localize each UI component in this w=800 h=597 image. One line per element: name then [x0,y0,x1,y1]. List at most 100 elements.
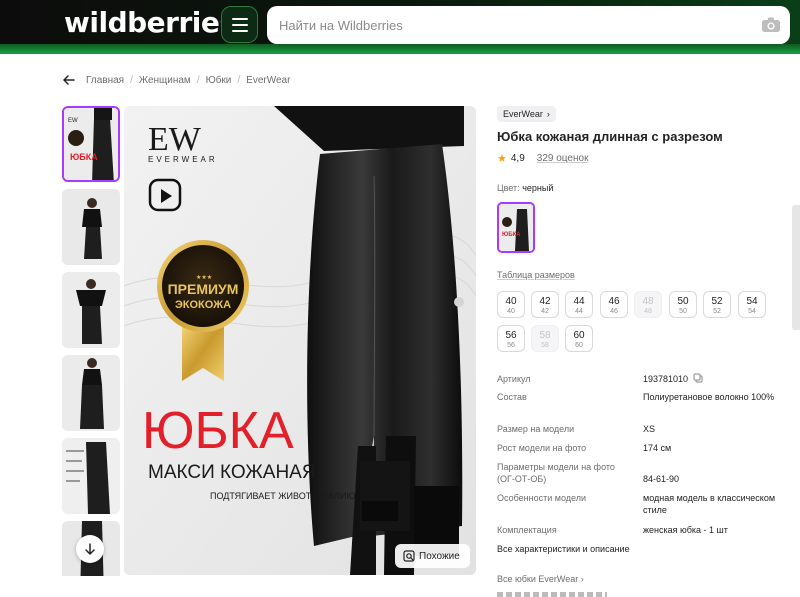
thumbnail-4[interactable] [62,355,120,431]
size-intl: 50 [679,308,687,315]
size-intl: 48 [644,308,652,315]
breadcrumb-skirts[interactable]: Юбки [206,75,232,86]
image-search-icon [403,550,415,562]
all-brand-skirts-link[interactable]: Все юбки EverWear › [497,574,584,584]
breadcrumb-separator: / [237,74,241,86]
svg-text:★★★: ★★★ [196,274,212,281]
color-value: черный [522,183,554,193]
thumbnails-scroll-down-button[interactable] [76,535,104,563]
size-ru: 56 [505,330,517,341]
badge-line-1: ПРЕМИУМ [168,281,239,297]
svg-text:EW: EW [68,118,78,124]
back-arrow-icon[interactable] [62,73,76,87]
spec-value: женская юбка - 1 шт [643,525,728,535]
rating-block: ★ 4,9 329 оценок [497,152,588,165]
arrow-down-icon [85,543,95,555]
similar-button[interactable]: Похожие [395,544,470,568]
menu-button[interactable] [221,6,258,43]
size-option-42[interactable]: 42 42 [531,291,559,318]
similar-label: Похожие [419,550,460,562]
product-title: Юбка кожаная длинная с разрезом [497,129,723,144]
adjacent-panel-edge [792,205,800,330]
spec-value: модная модель в классическом стиле [643,493,776,515]
hamburger-icon [231,17,248,20]
reviews-link[interactable]: 329 оценок [537,153,589,164]
size-ru: 46 [608,296,620,307]
star-icon: ★ [497,153,507,165]
size-option-46[interactable]: 46 46 [600,291,628,318]
breadcrumb-separator: / [196,74,200,86]
all-brand-skirts-label: Все юбки EverWear [497,574,579,584]
spec-key: Комплектация [497,525,557,535]
search-input[interactable] [279,6,749,44]
size-ru: 44 [573,296,585,307]
size-option-40[interactable]: 40 40 [497,291,525,318]
breadcrumb: Главная / Женщинам / Юбки / EverWear [62,73,290,87]
chevron-right-icon: › [546,109,550,119]
svg-text:ЮБКА: ЮБКА [502,232,521,238]
size-intl: 52 [713,308,721,315]
size-table-link[interactable]: Таблица размеров [497,270,575,280]
color-option-black[interactable]: ЮБКА [497,202,535,253]
hamburger-icon-line [231,23,248,26]
size-option-60[interactable]: 60 60 [565,325,593,352]
tagline: ПОДТЯГИВАЕТ ЖИВОТ И ТАЛИЮ [210,491,356,501]
size-ru: 42 [539,296,551,307]
main-product-image[interactable]: EW EVERWEAR ★★★ ПРЕМИУМ ЭКОКОЖА ЮБКА МАК… [124,106,476,575]
svg-text:ЮБКА: ЮБКА [70,152,98,162]
size-option-56[interactable]: 56 56 [497,325,525,352]
thumbnail-4-image [62,355,120,431]
size-ru: 60 [573,330,585,341]
article-number: 193781010 [643,374,689,384]
thumbnail-1-image: ЮБКА EW [64,108,118,180]
thumbnail-3-image [62,272,120,348]
spec-key: Особенности модели [497,493,586,503]
size-option-54[interactable]: 54 54 [738,291,766,318]
headline: ЮБКА [142,402,294,460]
search-bar [267,6,790,44]
size-option-48[interactable]: 48 48 [634,291,662,318]
badge-line-2: ЭКОКОЖА [175,299,231,311]
size-option-50[interactable]: 50 50 [669,291,697,318]
copy-icon[interactable] [693,373,703,383]
size-intl: 60 [575,342,583,349]
spec-key: Состав [497,392,527,402]
thumbnail-3[interactable] [62,272,120,348]
thumbnail-strip: ЮБКА EW [62,106,120,576]
logo[interactable]: wildberries [64,6,236,39]
breadcrumb-home[interactable]: Главная [86,75,124,86]
spec-value: 174 см [643,443,672,453]
size-option-58[interactable]: 58 58 [531,325,559,352]
spec-value: 193781010 [643,373,783,385]
size-option-52[interactable]: 52 52 [703,291,731,318]
chevron-right-icon: › [580,574,584,584]
size-option-44[interactable]: 44 44 [565,291,593,318]
header: wildberries [0,0,800,54]
camera-icon[interactable] [762,17,780,32]
size-intl: 40 [507,308,515,315]
thumbnail-5[interactable] [62,438,120,514]
spec-value: XS [643,424,656,434]
thumbnail-1[interactable]: ЮБКА EW [62,106,120,182]
breadcrumb-brand[interactable]: EverWear [246,75,290,86]
size-ru: 50 [677,296,689,307]
breadcrumb-women[interactable]: Женщинам [139,75,191,86]
color-label: Цвет: черный [497,183,553,193]
brand-wordmark: EVERWEAR [148,155,218,164]
all-specs-link[interactable]: Все характеристики и описание [497,544,630,554]
hamburger-icon-line [231,29,248,32]
size-ru: 48 [642,296,654,307]
size-intl: 42 [541,308,549,315]
spec-key: Артикул [497,374,531,384]
size-intl: 54 [748,308,756,315]
thumbnail-2[interactable] [62,189,120,265]
breadcrumb-separator: / [130,74,133,86]
spec-value: 84-61-90 [643,474,680,484]
size-ru: 52 [711,296,723,307]
size-intl: 46 [610,308,618,315]
color-label-text: Цвет: [497,183,520,193]
truncated-content [497,592,607,597]
ew-monogram: EW [148,121,202,158]
thumbnail-5-image [62,438,120,514]
brand-link[interactable]: EverWear › [497,106,556,122]
